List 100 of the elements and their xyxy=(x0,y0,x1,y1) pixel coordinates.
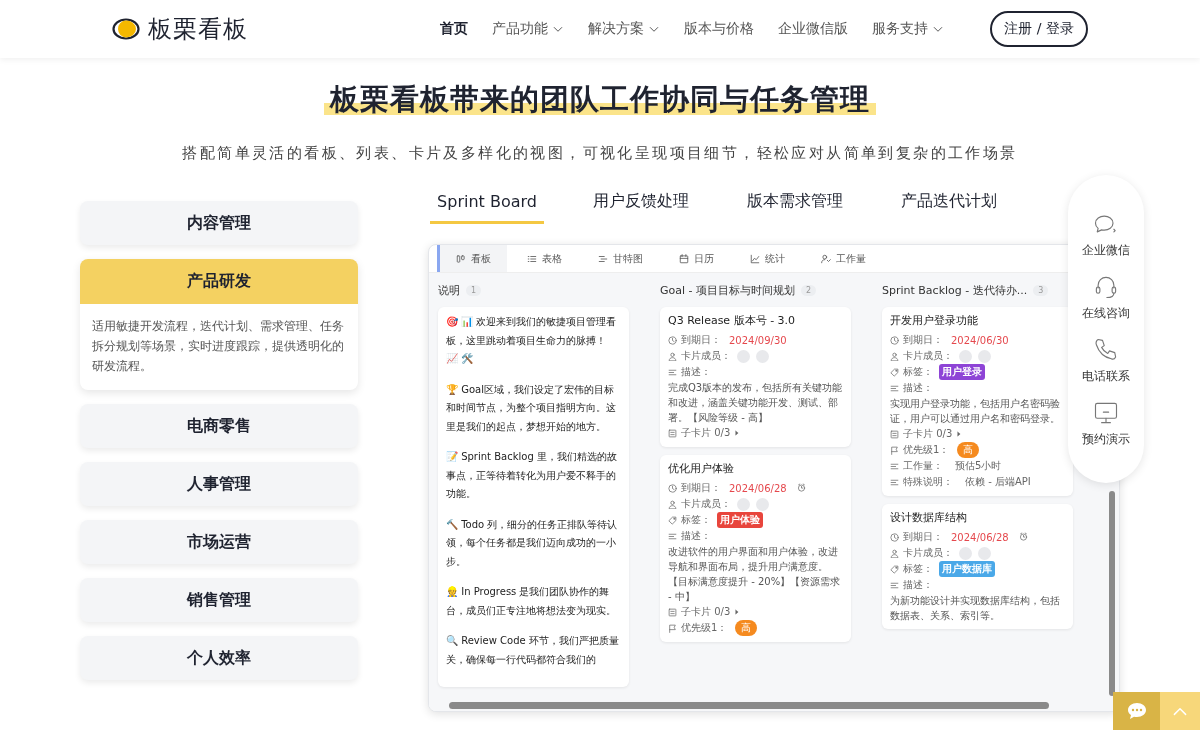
logo-text[interactable]: 板栗看板 xyxy=(148,13,248,45)
showcase-tab[interactable]: 用户反馈处理 xyxy=(584,185,698,224)
scenario-item[interactable]: 电商零售 xyxy=(80,404,358,448)
chat-button[interactable] xyxy=(1113,692,1160,730)
scrollbar-thumb[interactable] xyxy=(449,702,1049,709)
lines-icon xyxy=(668,531,677,541)
alarm-icon xyxy=(1018,531,1028,541)
field-label: 优先级1： xyxy=(903,443,950,457)
logo-icon xyxy=(112,18,140,40)
card-count: 2 xyxy=(801,284,817,296)
caret-right-icon xyxy=(734,609,741,615)
subcard-icon xyxy=(890,429,899,439)
view-tab[interactable]: 甘特图 xyxy=(582,245,659,272)
field-label: 标签： xyxy=(903,562,933,576)
field-label: 卡片成员： xyxy=(903,546,953,560)
contact-item[interactable]: 企业微信 xyxy=(1082,210,1130,259)
lines-icon xyxy=(890,580,899,590)
scenario-item[interactable]: 个人效率 xyxy=(80,636,358,680)
scenario-item[interactable]: 市场运营 xyxy=(80,520,358,564)
showcase-tab[interactable]: 产品迭代计划 xyxy=(892,185,1006,224)
gantt-icon xyxy=(598,253,608,264)
field-label: 到期日： xyxy=(903,333,943,347)
scenario-item[interactable]: 产品研发 xyxy=(80,259,358,304)
nav-link[interactable]: 版本与价格 xyxy=(684,20,755,38)
calendar-icon xyxy=(679,253,689,264)
board-icon xyxy=(456,253,466,264)
tag-icon xyxy=(890,564,899,574)
flag-icon xyxy=(668,623,677,633)
lines-icon xyxy=(890,461,899,471)
scenario-item[interactable]: 内容管理 xyxy=(80,201,358,245)
chat-icon xyxy=(1126,702,1147,720)
column-title: Goal - 项目目标与时间规划 xyxy=(660,282,795,298)
nav-link[interactable]: 服务支持 xyxy=(872,20,945,38)
due-date: 2024/09/30 xyxy=(729,334,787,346)
note-paragraph: 🔍 Review Code 环节，我们严把质量关，确保每一行代码都符合我们的 xyxy=(446,634,620,667)
task-card[interactable]: 开发用户登录功能 到期日： 2024/06/30 卡片成员： 标签： 用户登录 描述： 实现用户登录功能，包括用户名密码验证，用户可以通过用户名和密码登录。 子卡片 0/3 优先级1： 高 工作量： 预估5小时 特殊说明： 依赖 - 后端API xyxy=(882,307,1073,496)
nav-link[interactable]: 首页 xyxy=(440,20,469,38)
contact-item[interactable]: 电话联系 xyxy=(1082,336,1130,385)
view-tab[interactable]: 统计 xyxy=(734,245,801,272)
list-icon xyxy=(527,253,537,264)
field-value: 依赖 - 后端API xyxy=(965,475,1031,489)
avatar-icon xyxy=(978,349,991,363)
card-description: 为新功能设计并实现数据库结构，包括数据表、关系、索引等。 xyxy=(890,594,1061,623)
column-title: Sprint Backlog - 迭代待办... xyxy=(882,282,1028,298)
column-title: 说明 xyxy=(438,282,460,298)
person-icon xyxy=(668,499,677,509)
nav-link[interactable]: 解决方案 xyxy=(588,20,661,38)
flag-icon xyxy=(890,445,899,455)
due-date: 2024/06/28 xyxy=(951,531,1009,543)
task-card[interactable]: Q3 Release 版本号 - 3.0 到期日： 2024/09/30 卡片成员： 描述： 完成Q3版本的发布，包括所有关键功能和改进，涵盖关键功能开发、测试、部署。【风险等级 - 高】 子卡片 0/3 xyxy=(660,307,851,447)
nav-link[interactable]: 企业微信版 xyxy=(778,20,849,38)
card-title: 开发用户登录功能 xyxy=(890,313,979,328)
people-icon xyxy=(821,253,831,264)
field-label: 卡片成员： xyxy=(681,497,731,511)
field-label: 描述： xyxy=(681,529,711,543)
field-label: 描述： xyxy=(903,381,933,395)
avatar-icon xyxy=(737,497,750,511)
showcase-tab[interactable]: Sprint Board xyxy=(430,185,544,224)
tag-icon xyxy=(890,367,899,377)
field-label: 标签： xyxy=(903,365,933,379)
subcard-link[interactable]: 子卡片 0/3 xyxy=(681,605,731,619)
scrollbar-thumb[interactable] xyxy=(1109,491,1115,696)
field-label: 到期日： xyxy=(681,481,721,495)
note-paragraph: 🔨 Todo 列，细分的任务正排队等待认领，每个任务都是我们迈向成功的一小步。 xyxy=(446,517,619,569)
task-card[interactable]: 优化用户体验 到期日： 2024/06/28 卡片成员： 标签： 用户体验 描述： 改进软件的用户界面和用户体验，改进导航和界面布局，提升用户满意度。【目标满意度提升 - 20%】【资源需求 - 中】 子卡片 0/3 优先级1： 高 xyxy=(660,455,851,642)
scenario-item[interactable]: 销售管理 xyxy=(80,578,358,622)
caret-right-icon xyxy=(956,431,963,437)
clock-icon xyxy=(668,483,677,493)
subcard-link[interactable]: 子卡片 0/3 xyxy=(903,427,953,441)
note-paragraph: 📝 Sprint Backlog 里，我们精选的故事点，正等待着转化为用户爱不释手的功能。 xyxy=(446,450,618,501)
avatar-icon xyxy=(978,546,991,560)
lines-icon xyxy=(668,367,677,377)
card-description: 完成Q3版本的发布，包括所有关键功能和改进，涵盖关键功能开发、测试、部署。【风险等级 - 高】 xyxy=(668,381,843,425)
view-tab[interactable]: 工作量 xyxy=(805,245,882,272)
view-tab[interactable]: 表格 xyxy=(511,245,578,272)
note-paragraph: 🏆 Goal区域，我们设定了宏伟的目标和时间节点，为整个项目指明方向。这里是我们的起点，梦想开始的地方。 xyxy=(446,382,617,434)
back-to-top-button[interactable] xyxy=(1160,692,1200,730)
field-label: 优先级1： xyxy=(681,621,728,635)
contact-item[interactable]: 在线咨询 xyxy=(1082,273,1130,322)
card-count: 1 xyxy=(466,284,482,296)
nav-link[interactable]: 产品功能 xyxy=(492,20,565,38)
login-button[interactable]: 注册 / 登录 xyxy=(990,11,1088,47)
task-card[interactable]: 设计数据库结构 到期日： 2024/06/28 卡片成员： 标签： 用户数据库 描述： 为新功能设计并实现数据库结构，包括数据表、关系、索引等。 xyxy=(882,504,1073,629)
hero-subtitle: 搭配简单灵活的看板、列表、卡片及多样化的视图，可视化呈现项目细节，轻松应对从简单到复杂的工作场景 xyxy=(181,144,1019,163)
field-label: 到期日： xyxy=(903,530,943,544)
person-icon xyxy=(890,548,899,558)
scenario-item[interactable]: 人事管理 xyxy=(80,462,358,506)
lines-icon xyxy=(890,383,899,393)
contact-item[interactable]: 预约演示 xyxy=(1082,399,1130,448)
due-date: 2024/06/28 xyxy=(729,482,787,494)
caret-right-icon xyxy=(734,430,741,436)
field-label: 卡片成员： xyxy=(903,349,953,363)
subcard-link[interactable]: 子卡片 0/3 xyxy=(681,426,731,440)
card-title: 优化用户体验 xyxy=(668,461,735,476)
view-tab[interactable]: 日历 xyxy=(663,245,730,272)
field-label: 特殊说明： xyxy=(903,475,953,489)
showcase-tab[interactable]: 版本需求管理 xyxy=(738,185,852,224)
note-paragraph: 👷 In Progress 是我们团队协作的舞台，成员们正专注地将想法变为现实。 xyxy=(446,585,617,618)
view-tab[interactable]: 看板 xyxy=(437,245,507,272)
avatar-icon xyxy=(756,497,769,511)
